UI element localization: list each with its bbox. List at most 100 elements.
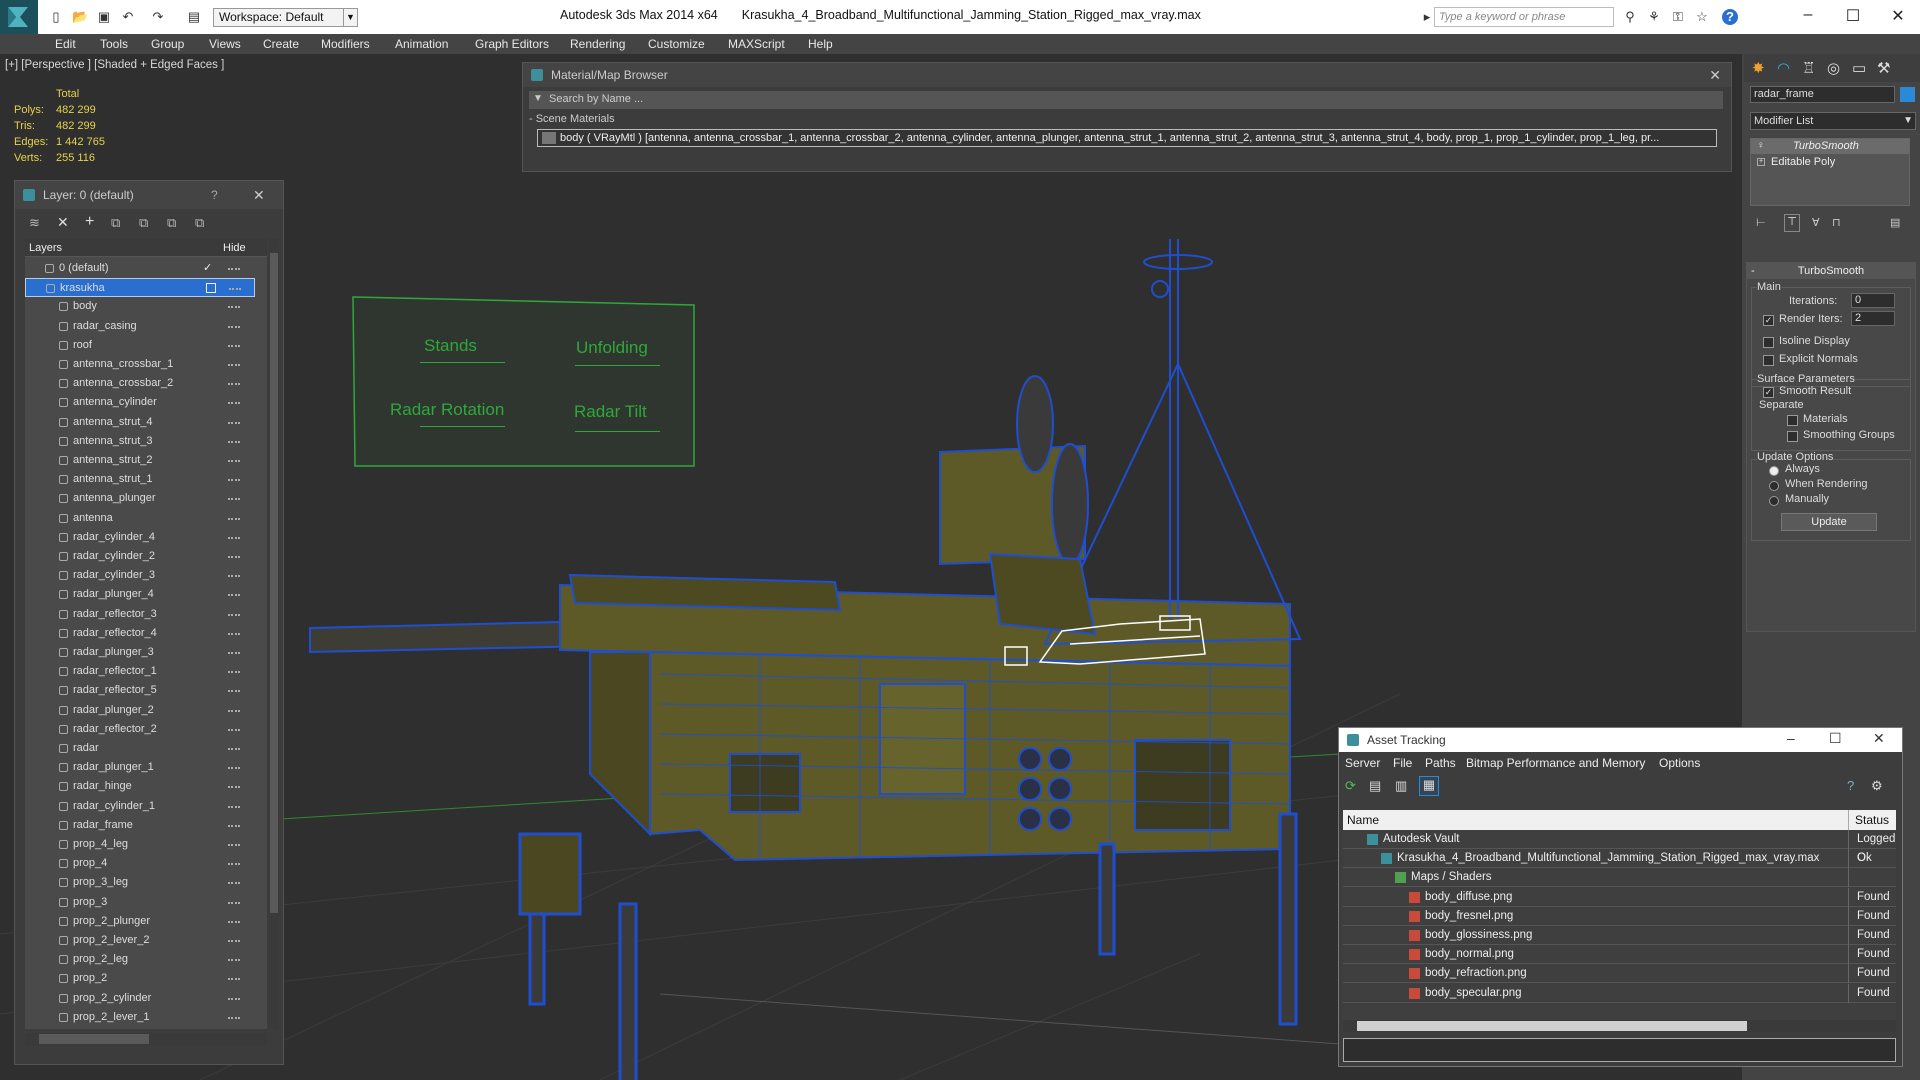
stack-item-editable-poly[interactable]: + Editable Poly [1751, 155, 1909, 170]
menu-customize[interactable]: Customize [648, 37, 705, 51]
hide-toggle[interactable] [228, 536, 240, 539]
menu-animation[interactable]: Animation [395, 37, 448, 51]
menu-views[interactable]: Views [209, 37, 241, 51]
smooth-result-checkbox[interactable]: ✓ [1763, 387, 1774, 398]
close-button[interactable]: ✕ [1887, 6, 1909, 26]
layer-hscrollbar[interactable] [25, 1033, 267, 1045]
hide-toggle[interactable] [228, 1016, 240, 1019]
layer-row[interactable]: radar_casing [25, 317, 255, 336]
layer-row[interactable]: antenna [25, 509, 255, 528]
close-icon[interactable]: ✕ [253, 181, 265, 209]
always-radio[interactable] [1769, 466, 1779, 476]
hide-toggle[interactable] [228, 709, 240, 712]
asset-menu-file[interactable]: File [1393, 756, 1412, 770]
hide-toggle[interactable] [228, 671, 240, 674]
lightbulb-icon[interactable]: ♀ [1757, 140, 1765, 151]
layer-row[interactable]: radar_cylinder_3 [25, 566, 255, 585]
close-icon[interactable]: ✕ [1709, 63, 1721, 87]
expand-icon[interactable]: + [1757, 158, 1765, 166]
layer-row[interactable]: radar_reflector_5 [25, 681, 255, 700]
layer-row[interactable]: roof [25, 336, 255, 355]
material-search-input[interactable]: Search by Name ... [549, 93, 643, 105]
close-button[interactable]: ✕ [1873, 730, 1885, 747]
render-iters-spinner[interactable]: 2 [1851, 311, 1895, 326]
hide-toggle[interactable] [228, 652, 240, 654]
layer-row[interactable]: radar_cylinder_2 [25, 547, 255, 566]
hide-toggle[interactable] [228, 517, 240, 520]
asset-menu-paths[interactable]: Paths [1425, 756, 1456, 770]
hide-toggle[interactable] [228, 978, 240, 981]
configure-sets-icon[interactable]: ▤ [1890, 216, 1900, 229]
settings-icon[interactable]: ⚙ [1871, 778, 1883, 794]
layer-row[interactable]: krasukha [25, 278, 255, 298]
project-folder-icon[interactable]: ▤ [186, 9, 202, 25]
layer-row[interactable]: 0 (default) ✓ [25, 259, 255, 278]
hide-toggle[interactable] [228, 440, 240, 443]
slider-unfolding[interactable] [575, 365, 660, 366]
object-name-field[interactable]: radar_frame [1750, 86, 1895, 103]
hide-toggle[interactable] [228, 344, 240, 347]
layer-row[interactable]: prop_2_lever_2 [25, 931, 255, 950]
minimize-button[interactable]: – [1787, 730, 1795, 746]
hide-toggle[interactable] [228, 306, 240, 309]
board-label-radar-tilt[interactable]: Radar Tilt [574, 402, 647, 422]
add-to-layer-icon[interactable]: + [85, 213, 94, 231]
new-file-icon[interactable]: ▯ [48, 9, 64, 25]
menu-rendering[interactable]: Rendering [570, 37, 625, 51]
modify-tab-icon[interactable]: ◠ [1777, 59, 1790, 77]
motion-tab-icon[interactable]: ◎ [1827, 59, 1840, 77]
hide-toggle[interactable] [228, 882, 240, 885]
current-layer-check-icon[interactable]: ✓ [203, 259, 212, 278]
isoline-display-checkbox[interactable] [1763, 337, 1774, 348]
menu-modifiers[interactable]: Modifiers [321, 37, 370, 51]
truck-body[interactable] [309, 573, 1291, 862]
layer-row[interactable]: radar [25, 739, 255, 758]
hide-toggle[interactable] [228, 728, 240, 731]
hide-toggle[interactable] [228, 940, 240, 942]
layer-scrollbar[interactable] [269, 239, 279, 1029]
layer-row[interactable]: radar_plunger_1 [25, 758, 255, 777]
layer-row[interactable]: antenna_crossbar_1 [25, 355, 255, 374]
manually-radio[interactable] [1769, 496, 1779, 506]
board-label-stands[interactable]: Stands [424, 336, 477, 356]
hide-toggle[interactable] [228, 556, 240, 558]
layer-row[interactable]: prop_2 [25, 969, 255, 988]
show-end-result-icon[interactable]: ⊤ [1784, 214, 1800, 232]
slider-radar-rotation[interactable] [420, 426, 505, 427]
create-layer-icon[interactable]: ≋ [29, 215, 40, 231]
hide-column-header[interactable]: Hide [223, 242, 246, 254]
hide-toggle[interactable] [228, 824, 240, 827]
asset-menu-options[interactable]: Options [1659, 756, 1700, 770]
board-label-unfolding[interactable]: Unfolding [576, 338, 648, 358]
asset-hscrollbar[interactable] [1343, 1020, 1896, 1032]
keyword-search-input[interactable]: Type a keyword or phrase [1434, 7, 1614, 27]
smoothing-groups-checkbox[interactable] [1787, 431, 1798, 442]
layer-row[interactable]: prop_4 [25, 854, 255, 873]
layer-row[interactable]: antenna_crossbar_2 [25, 374, 255, 393]
layer-row[interactable]: antenna_strut_2 [25, 451, 255, 470]
asset-row[interactable]: body_glossiness.png Found [1343, 926, 1896, 945]
hide-toggle[interactable] [228, 748, 240, 750]
layer-row[interactable]: prop_2_leg [25, 950, 255, 969]
material-entry-body[interactable]: body ( VRayMtl ) [antenna, antenna_cross… [537, 129, 1717, 147]
undo-icon[interactable]: ↶ [120, 9, 136, 25]
hide-toggle[interactable] [229, 288, 241, 291]
asset-menu-bitmap-performance[interactable]: Bitmap Performance and Memory [1466, 756, 1645, 770]
hide-toggle[interactable] [228, 325, 240, 328]
create-tab-icon[interactable]: ✸ [1752, 59, 1765, 77]
menu-create[interactable]: Create [263, 37, 299, 51]
hide-toggle[interactable] [228, 402, 240, 405]
layer-row[interactable]: radar_reflector_4 [25, 624, 255, 643]
stack-item-turbosmooth[interactable]: ♀ TurboSmooth [1751, 139, 1909, 154]
hide-toggle[interactable] [228, 632, 240, 635]
menu-group[interactable]: Group [151, 37, 184, 51]
maximize-button[interactable]: ☐ [1829, 730, 1842, 747]
tree-view-icon[interactable]: ▥ [1395, 778, 1407, 794]
layer-row[interactable]: prop_2_cylinder [25, 989, 255, 1008]
hide-toggle[interactable] [228, 498, 240, 501]
materials-checkbox[interactable] [1787, 415, 1798, 426]
favorites-star-icon[interactable]: ☆ [1694, 9, 1710, 25]
layer-row[interactable]: prop_3_leg [25, 873, 255, 892]
binoculars-icon[interactable]: ⚲ [1622, 9, 1638, 25]
communication-center-icon[interactable]: ⚘ [1646, 9, 1662, 25]
